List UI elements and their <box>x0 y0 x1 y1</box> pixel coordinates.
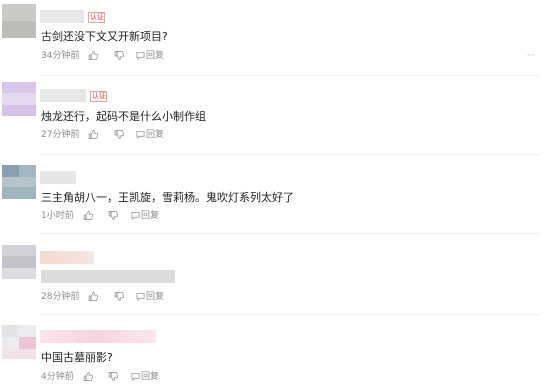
thumbs-up-icon[interactable] <box>88 291 100 303</box>
comment-item: 28分钟前 回复 <box>0 234 550 314</box>
comment-item: 认证 烛龙还行，起码不是什么小制作组 27分钟前 回复 <box>0 76 550 154</box>
thumbs-down-icon[interactable] <box>108 210 120 222</box>
level-badge: 认证 <box>88 12 106 23</box>
reply-label: 回复 <box>146 51 165 61</box>
avatar-tile <box>2 105 36 116</box>
thumbs-down-icon[interactable] <box>114 50 126 62</box>
comment-text: 三主角胡八一，王凯旋，雪莉杨。鬼吹灯系列太好了 <box>41 191 294 204</box>
comment-time: 28分钟前 <box>41 292 80 302</box>
reply-label: 回复 <box>141 372 160 382</box>
comment-time: 27分钟前 <box>41 130 80 140</box>
reply-label: 回复 <box>146 130 165 140</box>
username[interactable] <box>40 171 76 184</box>
reply-icon <box>136 292 145 301</box>
thumbs-up-icon[interactable] <box>88 129 100 141</box>
avatar-tile <box>2 165 19 177</box>
avatar-tile <box>2 21 36 38</box>
avatar-tile <box>2 349 36 359</box>
comment-meta: 34分钟前 回复 <box>41 50 181 62</box>
reply-icon <box>136 130 145 139</box>
avatar-tile <box>2 82 36 93</box>
comment-text: 古剑还没下文又开新项目? <box>41 30 168 43</box>
comment-time: 1小时前 <box>41 211 74 221</box>
comment-time: 34分钟前 <box>41 51 80 61</box>
comment-item: 中国古墓丽影? 4分钟前 回复 <box>0 315 550 385</box>
thumbs-up-icon[interactable] <box>83 371 95 383</box>
more-icon[interactable]: ··· <box>524 51 538 61</box>
comment-meta: 28分钟前 回复 <box>41 291 181 303</box>
avatar[interactable] <box>2 325 36 359</box>
thumbs-up-icon[interactable] <box>88 50 100 62</box>
avatar[interactable] <box>2 165 36 199</box>
thumbs-down-icon[interactable] <box>114 129 126 141</box>
comment-time: 4分钟前 <box>41 372 74 382</box>
comment-text <box>41 270 175 283</box>
avatar-tile <box>2 268 36 279</box>
reply-icon <box>131 211 140 220</box>
reply-icon <box>131 372 140 381</box>
comment-meta: 1小时前 回复 <box>41 210 181 222</box>
avatar-tile <box>19 165 36 177</box>
avatar[interactable] <box>2 4 36 38</box>
comment-item: 认证 古剑还没下文又开新项目? 34分钟前 回复 ··· <box>0 0 550 75</box>
avatar-tile <box>2 325 19 337</box>
avatar-tile <box>2 256 36 268</box>
username[interactable] <box>40 251 94 264</box>
comment-text: 中国古墓丽影? <box>41 351 113 364</box>
level-badge: 认证 <box>90 91 108 102</box>
reply-label: 回复 <box>141 211 160 221</box>
reply-icon <box>136 51 145 60</box>
thumbs-down-icon[interactable] <box>114 291 126 303</box>
comment-meta: 27分钟前 回复 <box>41 129 181 141</box>
comment-item: 三主角胡八一，王凯旋，雪莉杨。鬼吹灯系列太好了 1小时前 回复 <box>0 155 550 233</box>
avatar[interactable] <box>2 245 36 279</box>
username[interactable] <box>40 89 86 102</box>
username[interactable] <box>40 330 156 343</box>
thumbs-up-icon[interactable] <box>83 210 95 222</box>
avatar-tile <box>2 187 36 199</box>
avatar-tile <box>19 337 36 349</box>
avatar[interactable] <box>2 82 36 116</box>
reply-label: 回复 <box>146 292 165 302</box>
comment-text: 烛龙还行，起码不是什么小制作组 <box>41 110 206 123</box>
thumbs-down-icon[interactable] <box>108 371 120 383</box>
username[interactable] <box>40 10 84 23</box>
comment-meta: 4分钟前 回复 <box>41 371 181 383</box>
